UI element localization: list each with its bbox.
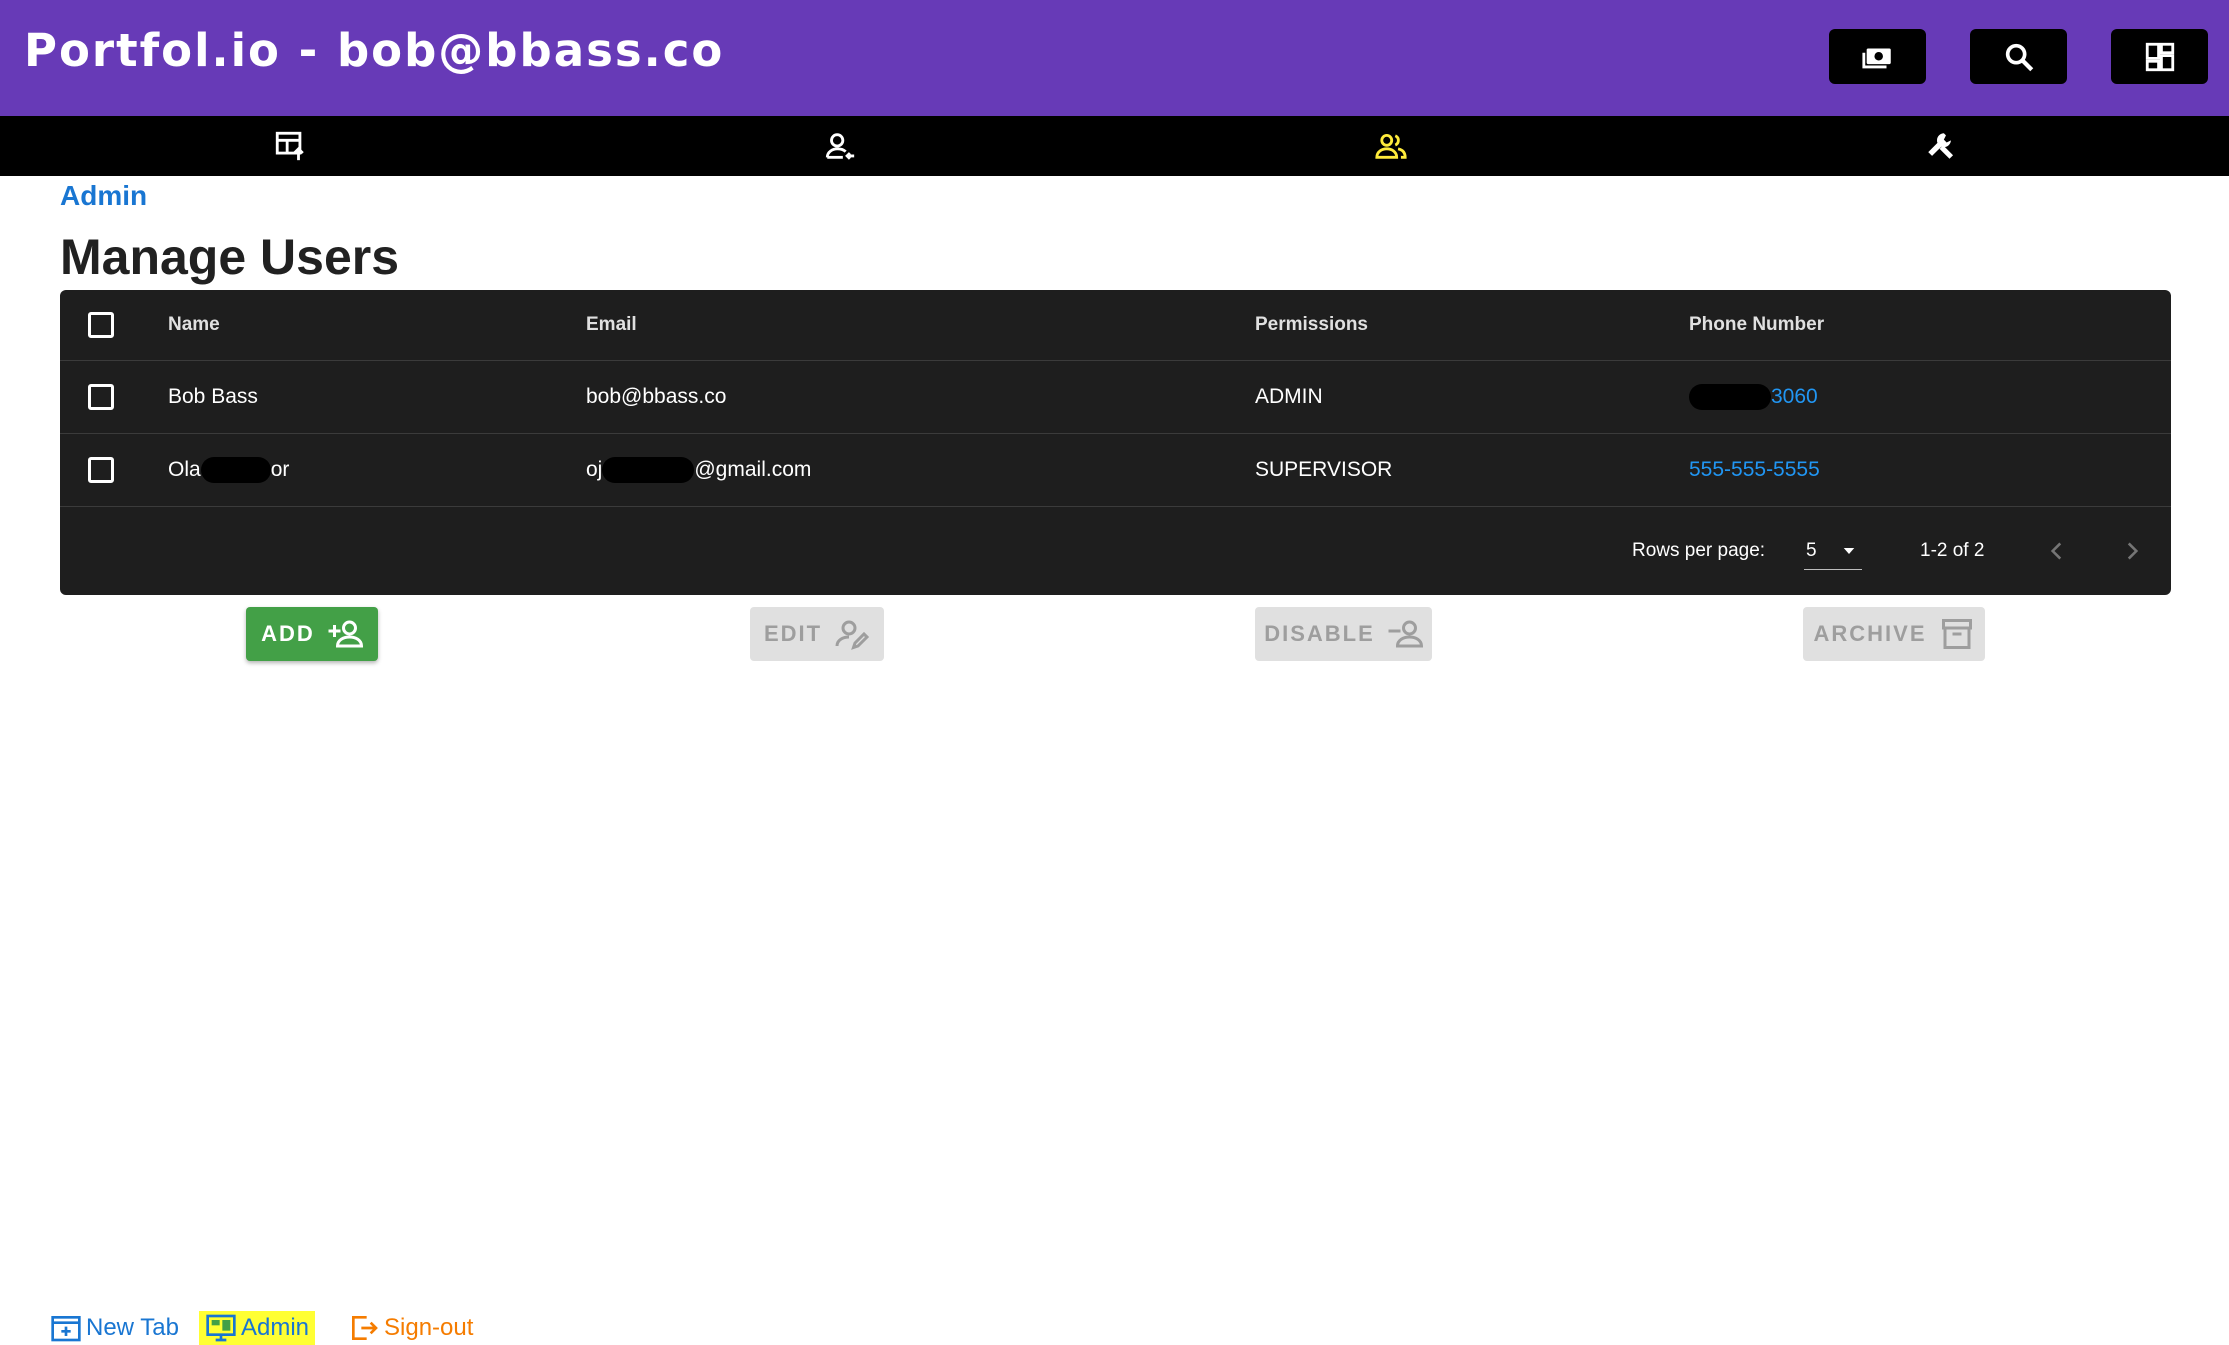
row-checkbox[interactable] bbox=[88, 384, 114, 410]
pagination-range: 1-2 of 2 bbox=[1920, 540, 1985, 561]
user-permissions: SUPERVISOR bbox=[1255, 458, 1393, 481]
user-phone-cell: 3060 bbox=[1689, 361, 1818, 433]
add-user-button[interactable]: ADD bbox=[246, 607, 378, 661]
row-checkbox-cell bbox=[88, 434, 118, 506]
person-add-icon bbox=[328, 620, 363, 648]
row-checkbox-cell bbox=[88, 361, 118, 433]
app-title: Portfol.io - bob@bbass.co bbox=[24, 24, 725, 77]
column-header-email[interactable]: Email bbox=[586, 290, 637, 360]
nav-item-table-upload[interactable] bbox=[230, 116, 350, 176]
new-tab-link[interactable]: New Tab bbox=[50, 1311, 179, 1345]
search-icon bbox=[2005, 43, 2033, 71]
sign-out-link[interactable]: Sign-out bbox=[348, 1311, 473, 1345]
cash-icon bbox=[1861, 48, 1891, 68]
select-all-cell bbox=[88, 290, 118, 360]
user-email-start: oj bbox=[586, 458, 603, 481]
column-header-permissions[interactable]: Permissions bbox=[1255, 290, 1368, 360]
new-tab-label: New Tab bbox=[86, 1314, 179, 1341]
archive-icon bbox=[1941, 619, 1972, 649]
dropdown-arrow-icon bbox=[1843, 548, 1855, 554]
add-button-label: ADD bbox=[261, 621, 315, 646]
redaction-mark bbox=[602, 457, 695, 483]
user-email-end: @gmail.com bbox=[694, 458, 812, 481]
monitor-icon bbox=[206, 1314, 236, 1342]
archive-user-button[interactable]: ARCHIVE bbox=[1803, 607, 1985, 661]
disable-button-label: DISABLE bbox=[1264, 621, 1375, 646]
rows-per-page-label: Rows per page: bbox=[1632, 540, 1766, 561]
archive-button-label: ARCHIVE bbox=[1813, 621, 1927, 646]
table-row[interactable]: Ola or oj @gmail.com SUPERVISOR 555-555-… bbox=[60, 434, 2171, 507]
admin-link-label: Admin bbox=[241, 1314, 310, 1341]
nav-bar bbox=[0, 116, 2229, 176]
redaction-mark bbox=[200, 457, 271, 483]
select-all-checkbox[interactable] bbox=[88, 312, 114, 338]
user-name-start: Ola bbox=[168, 458, 201, 481]
dashboard-button[interactable] bbox=[2111, 29, 2208, 84]
table-header-row: Name Email Permissions Phone Number bbox=[60, 290, 2171, 361]
user-email: oj @gmail.com bbox=[586, 434, 811, 506]
user-name: Ola or bbox=[168, 434, 289, 506]
column-header-phone[interactable]: Phone Number bbox=[1689, 290, 1824, 360]
app-page: Portfol.io - bob@bbass.co Admin Manage U… bbox=[0, 0, 2229, 1345]
user-email: bob@bbass.co bbox=[586, 385, 727, 408]
search-button[interactable] bbox=[1970, 29, 2067, 84]
nav-item-add-user[interactable] bbox=[780, 116, 900, 176]
nav-item-users[interactable] bbox=[1331, 116, 1451, 176]
new-tab-icon bbox=[51, 1316, 81, 1342]
dashboard-icon bbox=[2145, 42, 2174, 71]
disable-user-button[interactable]: DISABLE bbox=[1255, 607, 1432, 661]
wrench-icon bbox=[1928, 133, 1954, 159]
table-pagination: Rows per page: 5 1-2 of 2 bbox=[60, 508, 2171, 595]
breadcrumb[interactable]: Admin bbox=[60, 180, 147, 212]
user-permissions: ADMIN bbox=[1255, 385, 1323, 408]
previous-page-button[interactable] bbox=[2036, 530, 2078, 572]
sign-out-label: Sign-out bbox=[384, 1314, 474, 1341]
people-icon bbox=[1375, 133, 1407, 159]
table-upload-icon bbox=[275, 131, 304, 161]
edit-user-button[interactable]: EDIT bbox=[750, 607, 884, 661]
rows-per-page-select[interactable]: 5 bbox=[1804, 532, 1862, 570]
user-phone-cell: 555-555-5555 bbox=[1689, 434, 1820, 506]
person-add-icon bbox=[825, 133, 855, 160]
admin-link[interactable]: Admin bbox=[199, 1311, 316, 1345]
rows-per-page-value: 5 bbox=[1806, 539, 1817, 561]
cash-button[interactable] bbox=[1829, 29, 1926, 84]
person-edit-icon bbox=[835, 620, 870, 650]
user-phone-link[interactable]: 555-555-5555 bbox=[1689, 458, 1820, 482]
chevron-right-icon bbox=[2127, 542, 2139, 560]
user-name: Bob Bass bbox=[168, 385, 258, 408]
table-row[interactable]: Bob Bass bob@bbass.co ADMIN 3060 bbox=[60, 361, 2171, 434]
person-remove-icon bbox=[1388, 620, 1423, 648]
edit-button-label: EDIT bbox=[763, 621, 823, 646]
users-table: Name Email Permissions Phone Number Bob … bbox=[60, 290, 2171, 595]
redaction-mark bbox=[1689, 384, 1771, 410]
page-title: Manage Users bbox=[60, 229, 400, 285]
top-app-bar: Portfol.io - bob@bbass.co bbox=[0, 0, 2229, 116]
nav-item-settings[interactable] bbox=[1881, 116, 2001, 176]
chevron-left-icon bbox=[2050, 542, 2062, 560]
user-phone-link[interactable]: 3060 bbox=[1771, 385, 1818, 409]
row-checkbox[interactable] bbox=[88, 457, 114, 483]
sign-out-icon bbox=[352, 1316, 378, 1340]
column-header-name[interactable]: Name bbox=[168, 290, 220, 360]
next-page-button[interactable] bbox=[2111, 530, 2153, 572]
user-name-end: or bbox=[270, 458, 290, 481]
